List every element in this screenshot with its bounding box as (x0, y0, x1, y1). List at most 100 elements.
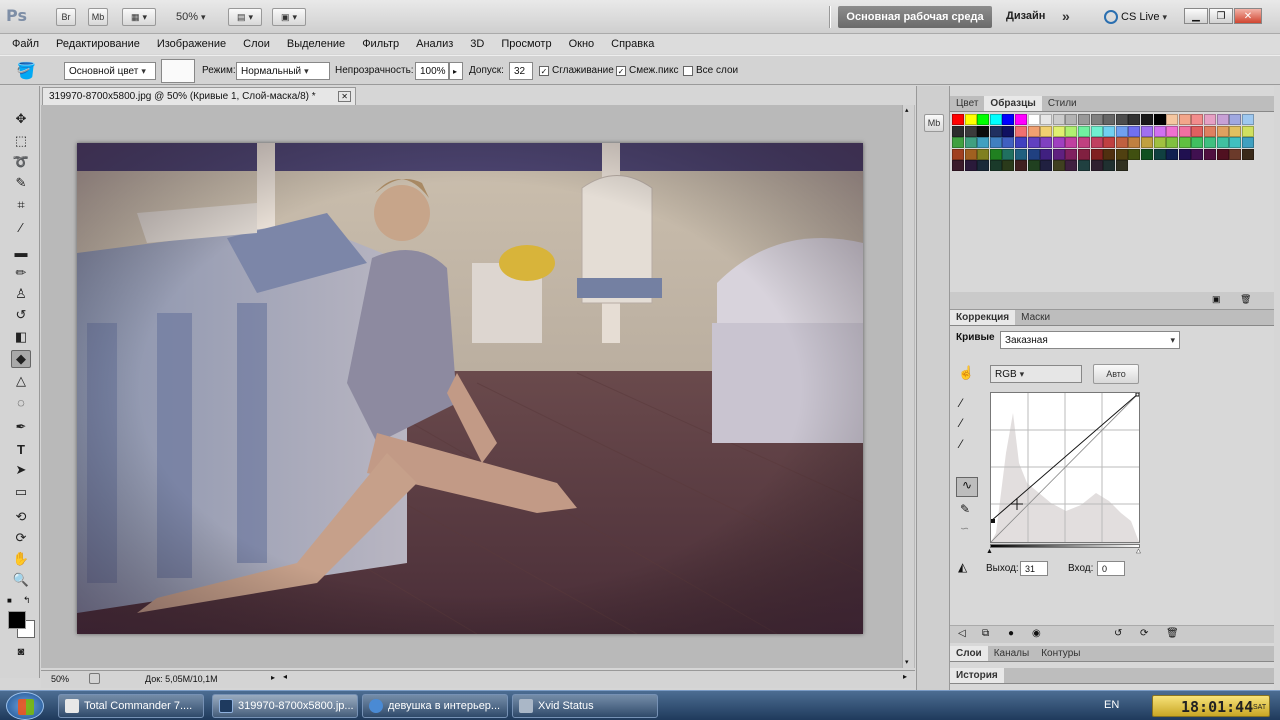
color-swatch[interactable] (977, 160, 990, 171)
close-document-icon[interactable]: ✕ (338, 91, 351, 102)
color-swatch[interactable] (1090, 137, 1103, 148)
color-swatch[interactable] (989, 148, 1002, 160)
type-tool-icon[interactable]: T (11, 440, 31, 458)
color-swatch[interactable] (1065, 125, 1078, 137)
color-swatch[interactable] (952, 148, 964, 160)
color-swatch[interactable] (1241, 137, 1254, 148)
color-swatch[interactable] (1115, 125, 1128, 137)
opacity-slider-toggle[interactable]: ▸ (449, 62, 463, 80)
curve-edit-points-icon[interactable]: ∿ (956, 477, 978, 497)
color-swatch[interactable] (1166, 114, 1179, 125)
new-swatch-icon[interactable]: ▣ (1212, 294, 1221, 305)
marquee-tool-icon[interactable]: ⬚ (11, 132, 31, 150)
status-menu-arrow-icon[interactable]: ▸ (271, 673, 275, 682)
smooth-curve-icon[interactable]: ∽ (960, 522, 969, 535)
color-swatch[interactable] (1040, 148, 1053, 160)
color-swatch[interactable] (1027, 137, 1040, 148)
color-swatch[interactable] (1141, 148, 1153, 160)
color-swatch[interactable] (952, 125, 964, 137)
taskbar-item-xvid[interactable]: Xvid Status (512, 694, 658, 718)
blend-mode-select[interactable]: Нормальный (236, 62, 330, 80)
channel-select[interactable]: RGB (990, 365, 1082, 383)
color-swatch[interactable] (1229, 148, 1242, 160)
document-image[interactable] (77, 143, 863, 634)
color-swatch[interactable] (1216, 125, 1229, 137)
tab-paths[interactable]: Контуры (1035, 646, 1086, 661)
color-swatch[interactable] (1065, 114, 1078, 125)
color-swatch[interactable] (1178, 148, 1191, 160)
color-swatch[interactable] (1115, 160, 1128, 171)
color-swatch[interactable] (1241, 125, 1254, 137)
color-swatch[interactable] (1065, 160, 1078, 171)
color-swatch[interactable] (1191, 114, 1204, 125)
color-swatch[interactable] (1204, 148, 1216, 160)
color-swatch[interactable] (1241, 148, 1254, 160)
color-swatch[interactable] (1090, 114, 1103, 125)
menu-analysis[interactable]: Анализ (416, 38, 453, 50)
color-swatch[interactable] (1115, 114, 1128, 125)
color-swatch[interactable] (1103, 160, 1116, 171)
swap-colors-icon[interactable]: ↰ (23, 595, 31, 606)
scroll-right-icon[interactable]: ▸ (903, 672, 907, 681)
clipping-warning-icon[interactable]: ◭ (958, 560, 967, 574)
menu-filter[interactable]: Фильтр (362, 38, 399, 50)
delete-swatch-icon[interactable]: 🗑 (1240, 294, 1251, 305)
reset-icon[interactable]: ⟳ (1140, 628, 1148, 639)
color-swatch[interactable] (1216, 114, 1229, 125)
visibility-eye-icon[interactable]: ◉ (1032, 628, 1041, 639)
color-swatch[interactable] (1178, 137, 1191, 148)
color-swatch[interactable] (1191, 125, 1204, 137)
eyedropper-tool-icon[interactable]: ⁄ (11, 218, 31, 236)
color-swatch[interactable] (1002, 160, 1015, 171)
color-swatch[interactable] (1103, 114, 1116, 125)
color-swatch[interactable] (1204, 114, 1216, 125)
color-swatch[interactable] (1002, 137, 1015, 148)
menu-edit[interactable]: Редактирование (56, 38, 140, 50)
menu-view[interactable]: Просмотр (501, 38, 551, 50)
color-swatch[interactable] (1128, 114, 1141, 125)
color-swatch[interactable] (1115, 148, 1128, 160)
color-swatch[interactable] (1027, 160, 1040, 171)
lasso-tool-icon[interactable]: ➰ (11, 153, 31, 171)
color-swatch[interactable] (989, 137, 1002, 148)
healing-brush-tool-icon[interactable]: ▬ (11, 243, 31, 261)
tolerance-input[interactable]: 32 (509, 62, 533, 80)
menu-image[interactable]: Изображение (157, 38, 226, 50)
output-input[interactable]: 31 (1020, 561, 1048, 576)
minimize-button[interactable]: ▁ (1184, 8, 1208, 24)
all-layers-checkbox[interactable] (683, 66, 693, 76)
3d-orbit-tool-icon[interactable]: ⟳ (11, 529, 31, 547)
color-swatch[interactable] (1128, 125, 1141, 137)
color-swatch[interactable] (1015, 137, 1027, 148)
color-swatch[interactable] (1078, 137, 1090, 148)
default-colors-icon[interactable]: ■ (7, 596, 12, 605)
color-swatch[interactable] (977, 148, 990, 160)
color-swatch[interactable] (1204, 125, 1216, 137)
color-swatch[interactable] (1027, 114, 1040, 125)
input-input[interactable]: 0 (1097, 561, 1125, 576)
color-swatch[interactable] (1178, 114, 1191, 125)
swatches-grid[interactable] (952, 114, 1256, 172)
bridge-button[interactable]: Br (56, 8, 76, 26)
color-swatch[interactable] (1027, 125, 1040, 137)
black-point-eyedropper-icon[interactable]: ⁄ (960, 396, 962, 410)
on-image-adjust-icon[interactable]: ☝ (958, 365, 974, 381)
color-swatch[interactable] (1052, 148, 1065, 160)
color-swatch[interactable] (1204, 137, 1216, 148)
hand-tool-icon[interactable]: ✋ (11, 550, 31, 568)
crop-tool-icon[interactable]: ⌗ (11, 196, 31, 214)
clip-to-layer-icon[interactable]: ● (1008, 628, 1014, 639)
taskbar-item-photoshop[interactable]: 319970-8700x5800.jp... (212, 694, 358, 718)
screen-mode-button[interactable]: ▣ (272, 8, 306, 26)
curves-graph[interactable] (990, 392, 1140, 543)
color-swatch[interactable] (977, 125, 990, 137)
restore-button[interactable]: ❐ (1209, 8, 1233, 24)
color-swatch[interactable] (1040, 160, 1053, 171)
tab-swatches[interactable]: Образцы (984, 96, 1042, 111)
curves-preset-select[interactable]: Заказная (1000, 331, 1180, 349)
black-point-slider[interactable]: ▲ (986, 548, 993, 555)
color-swatch[interactable] (964, 125, 977, 137)
scroll-left-icon[interactable]: ◂ (283, 672, 287, 681)
color-swatch[interactable] (964, 114, 977, 125)
foreground-color-swatch[interactable] (8, 611, 26, 629)
